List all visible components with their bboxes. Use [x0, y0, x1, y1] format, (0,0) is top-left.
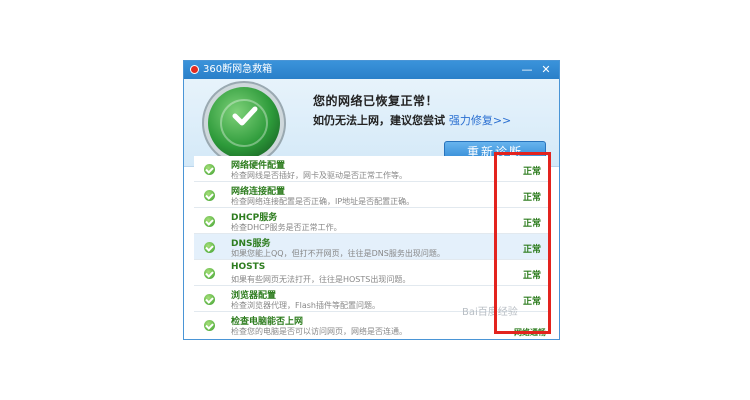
close-button[interactable]: ✕: [539, 63, 553, 77]
check-desc: 如果您能上QQ，但打不开网页，往往是DNS服务出现问题。: [231, 249, 445, 258]
window-title: 360断网急救箱: [203, 64, 273, 75]
annotation-highlight-box: [494, 152, 551, 334]
check-desc: 如果有些网页无法打开，往往是HOSTS出现问题。: [231, 275, 411, 284]
check-desc: 检查网线是否插好，网卡及驱动是否正常工作等。: [231, 171, 407, 180]
status-title: 您的网络已恢复正常！: [313, 94, 439, 108]
status-subtitle: 如仍无法上网，建议您尝试 强力修复>>: [313, 112, 511, 128]
app-logo-icon: [190, 65, 199, 74]
ok-check-icon: [204, 164, 215, 175]
check-desc: 检查浏览器代理，Flash插件等配置问题。: [231, 301, 380, 310]
shield-check-icon: [208, 87, 280, 159]
check-title: HOSTS: [231, 262, 266, 272]
ok-check-icon: [204, 216, 215, 227]
check-desc: 检查DHCP服务是否正常工作。: [231, 223, 342, 232]
minimize-button[interactable]: —: [520, 63, 534, 77]
ok-check-icon: [204, 190, 215, 201]
check-desc: 检查您的电脑是否可以访问网页，网络是否连通。: [231, 327, 407, 336]
force-repair-link[interactable]: 强力修复>>: [449, 114, 511, 127]
check-desc: 检查网络连接配置是否正确，IP地址是否配置正确。: [231, 197, 415, 206]
ok-check-icon: [204, 294, 215, 305]
ok-check-icon: [204, 320, 215, 331]
ok-check-icon: [204, 268, 215, 279]
title-bar[interactable]: 360断网急救箱 — ✕: [184, 61, 559, 79]
status-subtitle-text: 如仍无法上网，建议您尝试: [313, 114, 445, 127]
ok-check-icon: [204, 242, 215, 253]
check-icon: [232, 106, 258, 126]
